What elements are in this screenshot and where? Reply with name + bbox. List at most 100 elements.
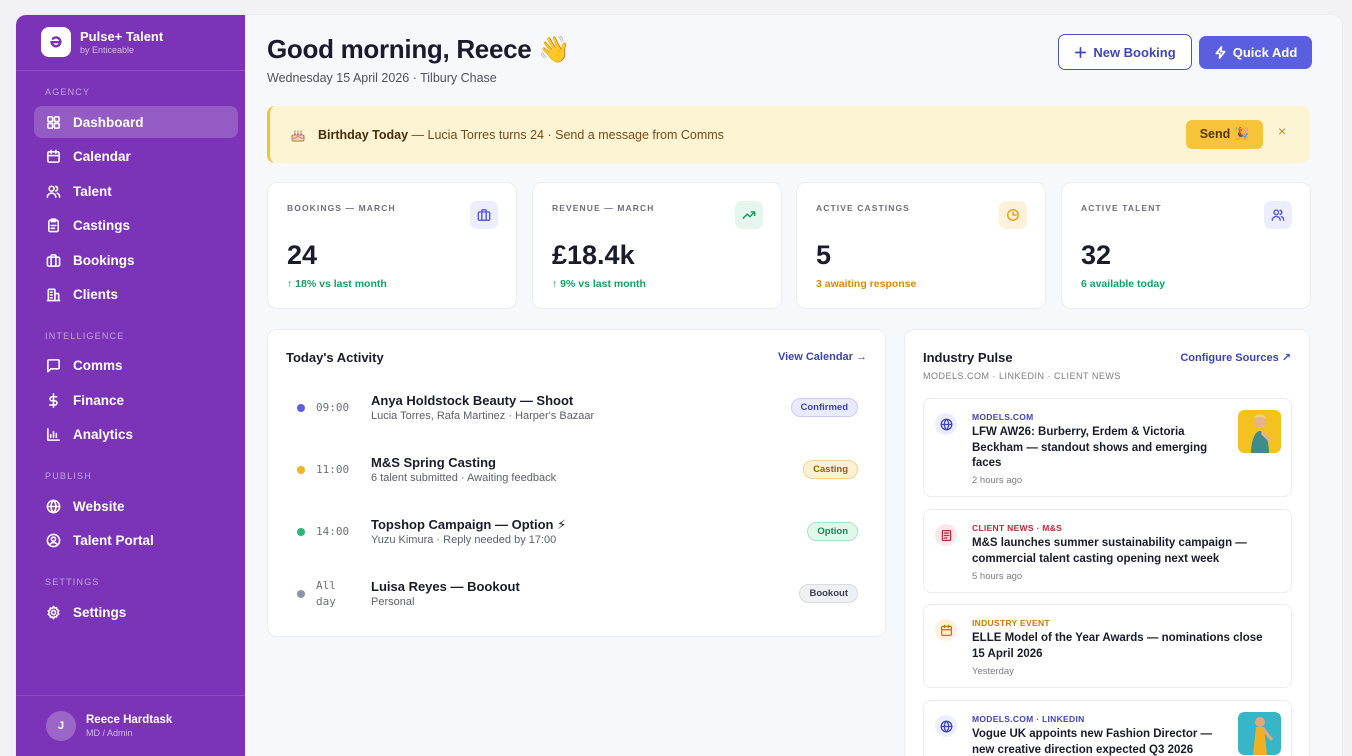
news-thumbnail bbox=[1238, 712, 1281, 755]
briefcase-icon bbox=[46, 253, 61, 267]
birthday-banner: Birthday Today — Lucia Torres turns 24 ·… bbox=[267, 106, 1310, 163]
stat-value: £18.4k bbox=[552, 240, 635, 270]
sidebar-item-clients[interactable]: Clients bbox=[34, 278, 238, 310]
banner-bold: Birthday Today bbox=[318, 127, 409, 142]
stat-card-bookings[interactable]: BOOKINGS — MARCH 24 ↑ 18% vs last month bbox=[267, 182, 517, 309]
activity-time: All day bbox=[316, 578, 336, 610]
news-time: 2 hours ago bbox=[972, 475, 1023, 486]
sidebar-item-website[interactable]: Website bbox=[34, 490, 238, 522]
brand-sub: by Enticeable bbox=[80, 44, 135, 55]
quick-add-label: Quick Add bbox=[1232, 45, 1298, 60]
news-item[interactable]: MODELS.COM · LINKEDIN Vogue UK appoints … bbox=[923, 700, 1292, 756]
sidebar-item-label: Analytics bbox=[73, 426, 134, 442]
cake-icon bbox=[291, 129, 305, 141]
section-publish: PUBLISH bbox=[45, 471, 92, 481]
sidebar-divider bbox=[16, 70, 245, 71]
activity-sub: Lucia Torres, Rafa Martinez · Harper's B… bbox=[371, 410, 595, 422]
sidebar-item-castings[interactable]: Castings bbox=[34, 209, 238, 241]
stat-trend: ↑ 18% vs last month bbox=[287, 278, 387, 290]
configure-sources-link[interactable]: Configure Sources ↗ bbox=[1180, 351, 1291, 364]
status-dot bbox=[297, 528, 305, 536]
sidebar-item-analytics[interactable]: Analytics bbox=[34, 418, 238, 450]
brand[interactable]: Pulse+ Talent by Enticeable bbox=[41, 27, 163, 57]
avatar: J bbox=[46, 711, 76, 741]
activity-time: 09:00 bbox=[316, 401, 350, 414]
close-icon[interactable]: × bbox=[1278, 123, 1286, 139]
news-thumbnail bbox=[1238, 410, 1281, 453]
sidebar-item-label: Talent bbox=[73, 183, 112, 199]
activity-title: Today's Activity bbox=[286, 350, 384, 365]
activity-row[interactable]: 11:00 M&S Spring Casting 6 talent submit… bbox=[268, 452, 885, 514]
sidebar-item-label: Bookings bbox=[73, 252, 135, 268]
new-booking-button[interactable]: New Booking bbox=[1058, 34, 1192, 70]
sidebar-item-label: Castings bbox=[73, 217, 131, 233]
plus-icon bbox=[1075, 46, 1087, 58]
clipboard-icon bbox=[48, 217, 59, 232]
sidebar-item-label: Dashboard bbox=[73, 114, 144, 130]
industry-pulse-card: Industry Pulse Configure Sources ↗ MODEL… bbox=[904, 329, 1310, 756]
news-item[interactable]: INDUSTRY EVENT ELLE Model of the Year Aw… bbox=[923, 604, 1292, 688]
sidebar-item-settings[interactable]: Settings bbox=[34, 596, 238, 628]
stat-trend: 3 awaiting response bbox=[816, 278, 917, 290]
status-dot bbox=[297, 404, 305, 412]
sidebar-item-finance[interactable]: Finance bbox=[34, 384, 238, 416]
briefcase-icon bbox=[470, 201, 498, 229]
user-circle-icon bbox=[46, 533, 61, 547]
users-icon bbox=[46, 184, 61, 198]
news-source: MODELS.COM bbox=[972, 412, 1034, 422]
activity-title: Luisa Reyes — Bookout bbox=[371, 579, 520, 594]
news-title: Vogue UK appoints new Fashion Director —… bbox=[972, 728, 1213, 756]
app-window: Pulse+ Talent by Enticeable AGENCY Dashb… bbox=[16, 15, 1342, 756]
stat-card-talent[interactable]: ACTIVE TALENT 32 6 available today bbox=[1061, 182, 1311, 309]
sidebar-item-comms[interactable]: Comms bbox=[34, 349, 238, 381]
banner-text: — Lucia Torres turns 24 · Send a message… bbox=[408, 127, 724, 142]
view-calendar-link[interactable]: View Calendar → bbox=[778, 351, 867, 363]
activity-row[interactable]: 14:00 Topshop Campaign — Option ⚡ Yuzu K… bbox=[268, 514, 885, 576]
status-badge: Confirmed bbox=[790, 398, 858, 417]
status-badge: Bookout bbox=[799, 584, 858, 603]
lightning-icon bbox=[1215, 46, 1226, 59]
pulse-sources: MODELS.COM · LINKEDIN · CLIENT NEWS bbox=[923, 371, 1121, 381]
stat-label: BOOKINGS — MARCH bbox=[287, 203, 396, 213]
section-settings: SETTINGS bbox=[45, 577, 100, 587]
brand-logo-icon bbox=[41, 27, 71, 57]
activity-time: 11:00 bbox=[316, 463, 350, 476]
news-title: M&S launches summer sustainability campa… bbox=[972, 537, 1247, 565]
news-item[interactable]: CLIENT NEWS · M&S M&S launches summer su… bbox=[923, 509, 1292, 593]
sidebar-item-calendar[interactable]: Calendar bbox=[34, 140, 238, 172]
gear-icon bbox=[47, 605, 60, 619]
brand-name: Pulse+ Talent bbox=[80, 28, 164, 44]
news-title: LFW AW26: Burberry, Erdem & Victoria Bec… bbox=[972, 426, 1208, 469]
news-time: Yesterday bbox=[972, 666, 1014, 677]
page-title: Good morning, Reece 👋 bbox=[267, 34, 571, 64]
sidebar-item-talent-portal[interactable]: Talent Portal bbox=[34, 524, 238, 556]
quick-add-button[interactable]: Quick Add bbox=[1199, 36, 1312, 69]
user-profile[interactable]: J Reece Hardtask MD / Admin bbox=[16, 695, 245, 756]
sidebar-item-dashboard[interactable]: Dashboard bbox=[34, 106, 238, 138]
calendar-icon bbox=[935, 619, 957, 641]
user-role: MD / Admin bbox=[86, 728, 133, 738]
newspaper-icon bbox=[935, 524, 957, 546]
stat-label: REVENUE — MARCH bbox=[552, 203, 655, 213]
stat-value: 32 bbox=[1081, 240, 1112, 270]
activity-time-line2: day bbox=[316, 595, 336, 608]
users-icon bbox=[1264, 201, 1292, 229]
news-item[interactable]: MODELS.COM LFW AW26: Burberry, Erdem & V… bbox=[923, 398, 1292, 497]
status-badge: Casting bbox=[803, 460, 858, 479]
stat-trend: 6 available today bbox=[1081, 278, 1166, 290]
sidebar-item-talent[interactable]: Talent bbox=[34, 175, 238, 207]
activity-row[interactable]: All day Luisa Reyes — Bookout Personal Bo… bbox=[268, 576, 885, 636]
clock-icon bbox=[999, 201, 1027, 229]
send-button[interactable]: Send 🎉 bbox=[1186, 120, 1263, 149]
activity-row[interactable]: 09:00 Anya Holdstock Beauty — Shoot Luci… bbox=[268, 390, 885, 452]
stat-card-revenue[interactable]: REVENUE — MARCH £18.4k ↑ 9% vs last mont… bbox=[532, 182, 782, 309]
dashboard-icon bbox=[47, 115, 60, 129]
sidebar-item-bookings[interactable]: Bookings bbox=[34, 244, 238, 276]
activity-sub: Personal bbox=[371, 596, 415, 608]
sidebar-item-label: Finance bbox=[73, 392, 125, 408]
stat-card-castings[interactable]: ACTIVE CASTINGS 5 3 awaiting response bbox=[796, 182, 1046, 309]
sidebar: Pulse+ Talent by Enticeable AGENCY Dashb… bbox=[16, 15, 245, 756]
sidebar-item-label: Clients bbox=[73, 286, 119, 302]
activity-title: Topshop Campaign — Option ⚡ bbox=[371, 517, 567, 532]
trend-up-icon bbox=[735, 201, 763, 229]
